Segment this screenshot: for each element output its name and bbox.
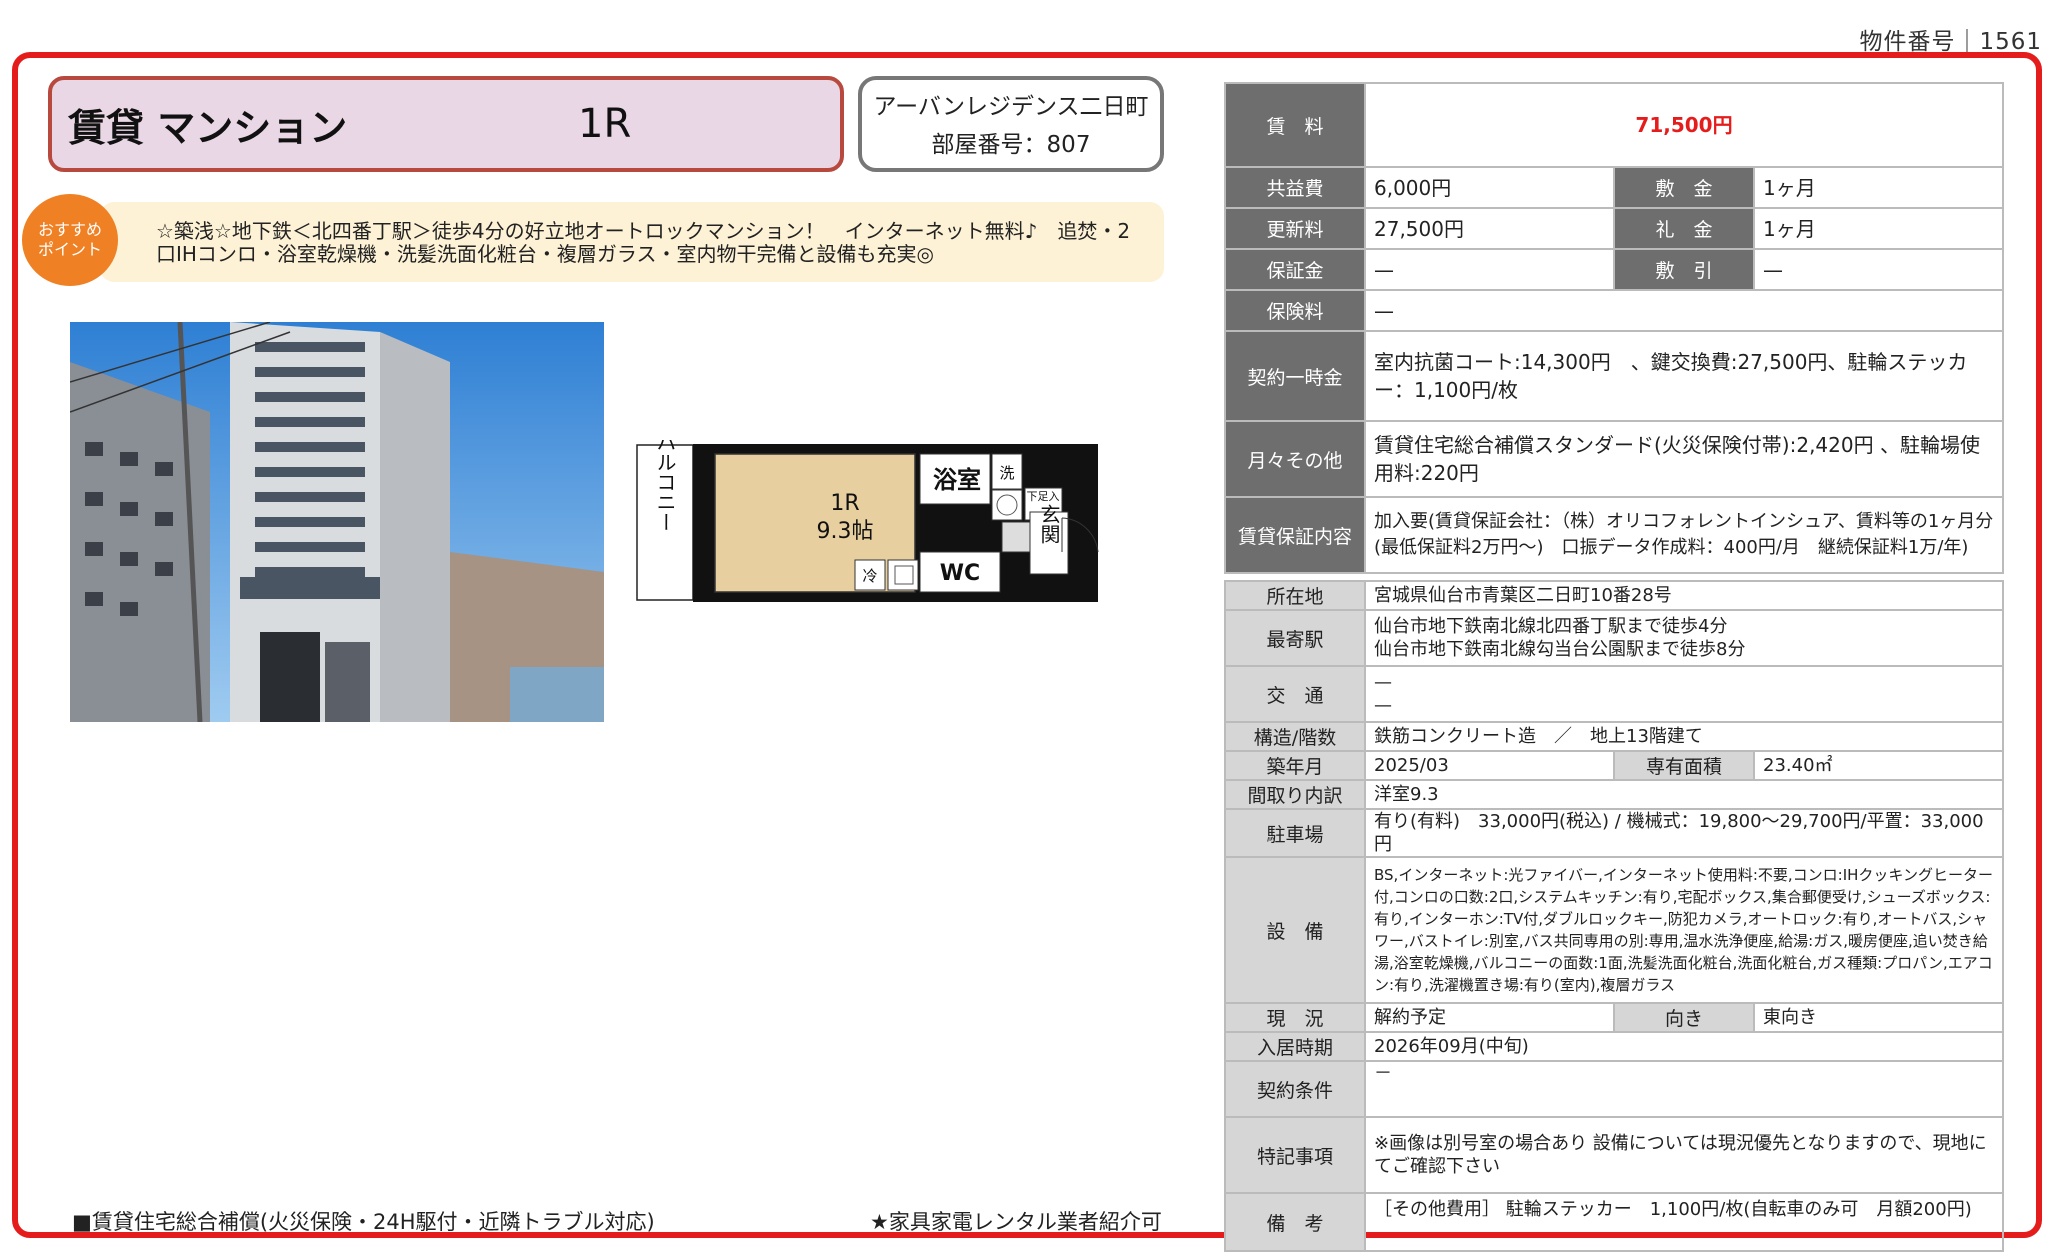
rent-value: 71,500円	[1363, 82, 2005, 168]
floor-area-label: 専有面積	[1613, 750, 1755, 781]
status-value: 解約予定	[1364, 1002, 1615, 1033]
status-label: 現 況	[1224, 1002, 1366, 1033]
structure-value: 鉄筋コンクリート造 ／ 地上13階建て	[1363, 721, 2005, 752]
onetime-fee-value: 室内抗菌コート:14,300円 、鍵交換費:27,500円、駐輪ステッカー：1,…	[1363, 330, 2005, 422]
building-photo	[70, 322, 604, 722]
traffic-line-2: —	[1374, 695, 1392, 716]
key-money-value: 1ヶ月	[1752, 207, 2005, 250]
structure-label: 構造/階数	[1224, 721, 1366, 752]
footer-insurance-note: ■賃貸住宅総合補償(火災保険・24H駆付・近隣トラブル対応)	[72, 1210, 655, 1234]
amortization-label: 敷 引	[1613, 248, 1755, 291]
badge-line1: おすすめ	[37, 220, 102, 239]
parking-label: 駐車場	[1224, 808, 1366, 858]
conditions-label: 契約条件	[1224, 1060, 1366, 1118]
badge-line2: ポイント	[37, 240, 102, 259]
property-type: 賃貸 マンション	[68, 105, 348, 150]
move-in-label: 入居時期	[1224, 1031, 1366, 1062]
rooms-value: 洋室9.3	[1363, 779, 2005, 810]
guarantee-money-value: —	[1364, 248, 1615, 291]
parking-value: 有り(有料) 33,000円(税込) / 機械式：19,800～29,700円/…	[1363, 808, 2005, 858]
monthly-other-value: 賃貸住宅総合補償スタンダード(火災保険付帯):2,420円 、駐輪場使用料:22…	[1363, 420, 2005, 498]
conditions-value: －	[1363, 1060, 2005, 1118]
rooms-label: 間取り内訳	[1224, 779, 1366, 810]
building-name-box: アーバンレジデンス二日町 部屋番号：807	[858, 76, 1164, 172]
deposit-label: 敷 金	[1613, 166, 1755, 209]
insurance-label: 保険料	[1224, 289, 1366, 332]
guarantor-label: 賃貸保証内容	[1224, 496, 1366, 574]
move-in-value: 2026年09月(中旬)	[1363, 1031, 2005, 1062]
station-value: 仙台市地下鉄南北線北四番丁駅まで徒歩4分 仙台市地下鉄南北線勾当台公園駅まで徒歩…	[1363, 609, 2005, 667]
traffic-value: — —	[1363, 665, 2005, 723]
fridge-label: 冷	[862, 567, 877, 585]
detail-table: 所在地 宮城県仙台市青葉区二日町10番28号 最寄駅 仙台市地下鉄南北線北四番丁…	[1224, 580, 2005, 1252]
key-money-label: 礼 金	[1613, 207, 1755, 250]
guarantee-money-label: 保証金	[1224, 248, 1366, 291]
deposit-value: 1ヶ月	[1752, 166, 2005, 209]
onetime-fee-label: 契約一時金	[1224, 330, 1366, 422]
remarks-value: ［その他費用］ 駐輪ステッカー 1,100円/枚(自転車のみ可 月額200円)	[1363, 1192, 2005, 1252]
balcony-label: バルコニー	[653, 440, 677, 532]
station-label: 最寄駅	[1224, 609, 1366, 667]
equipment-label: 設 備	[1224, 856, 1366, 1004]
direction-label: 向き	[1613, 1002, 1755, 1033]
built-date-value: 2025/03	[1364, 750, 1615, 781]
renewal-fee-label: 更新料	[1224, 207, 1366, 250]
recommend-text: ☆築浅☆地下鉄＜北四番丁駅＞徒歩4分の好立地オートロックマンション！ インターネ…	[100, 202, 1164, 282]
footer-rental-note: ★家具家電レンタル業者紹介可	[870, 1210, 1162, 1234]
renewal-fee-value: 27,500円	[1364, 207, 1615, 250]
recommend-badge: おすすめ ポイント	[22, 194, 118, 286]
built-date-label: 築年月	[1224, 750, 1366, 781]
traffic-line-1: —	[1374, 672, 1392, 693]
station-line-1: 仙台市地下鉄南北線北四番丁駅まで徒歩4分	[1374, 616, 1728, 637]
floor-area-value: 23.40㎡	[1752, 750, 2005, 781]
notes-value: ※画像は別号室の場合あり 設備については現況優先となりますので、現地にてご確認下…	[1363, 1116, 2005, 1194]
rent-label: 賃 料	[1224, 82, 1366, 168]
room-number: 部屋番号：807	[931, 132, 1091, 158]
guarantor-value: 加入要(賃貸保証会社：（株）オリコフォレントインシュア、賃料等の1ヶ月分(最低保…	[1363, 496, 2005, 574]
remarks-label: 備 考	[1224, 1192, 1366, 1252]
common-fee-value: 6,000円	[1364, 166, 1615, 209]
common-fee-label: 共益費	[1224, 166, 1366, 209]
wash-label: 洗	[999, 464, 1014, 482]
entrance-label: 玄関	[1037, 504, 1061, 544]
monthly-other-label: 月々その他	[1224, 420, 1366, 498]
room-label: 1R	[830, 491, 859, 516]
layout-type: 1R	[578, 101, 632, 147]
shoes-label: 下足入	[1027, 490, 1060, 503]
notes-label: 特記事項	[1224, 1116, 1366, 1194]
cost-table: 賃 料 71,500円 共益費 6,000円 敷 金 1ヶ月 更新料 27,50…	[1224, 82, 2005, 574]
wc-label: WC	[940, 561, 980, 586]
amortization-value: —	[1752, 248, 2005, 291]
station-line-2: 仙台市地下鉄南北線勾当台公園駅まで徒歩8分	[1374, 639, 1746, 660]
property-type-box: 賃貸 マンション 1R	[48, 76, 844, 172]
address-value: 宮城県仙台市青葉区二日町10番28号	[1363, 580, 2005, 611]
traffic-label: 交 通	[1224, 665, 1366, 723]
floor-plan: バルコニー 1R 9.3帖 浴室 洗 下足入 玄関 WC 冷	[630, 432, 1160, 610]
room-size-label: 9.3帖	[817, 519, 874, 544]
equipment-value: BS,インターネット:光ファイバー,インターネット使用料:不要,コンロ:IHクッ…	[1363, 856, 2005, 1004]
property-number: 物件番号｜1561	[1859, 29, 2042, 55]
building-name: アーバンレジデンス二日町	[873, 94, 1149, 120]
direction-value: 東向き	[1752, 1002, 2005, 1033]
bath-label: 浴室	[933, 466, 981, 494]
address-label: 所在地	[1224, 580, 1366, 611]
insurance-value: —	[1363, 289, 2005, 332]
